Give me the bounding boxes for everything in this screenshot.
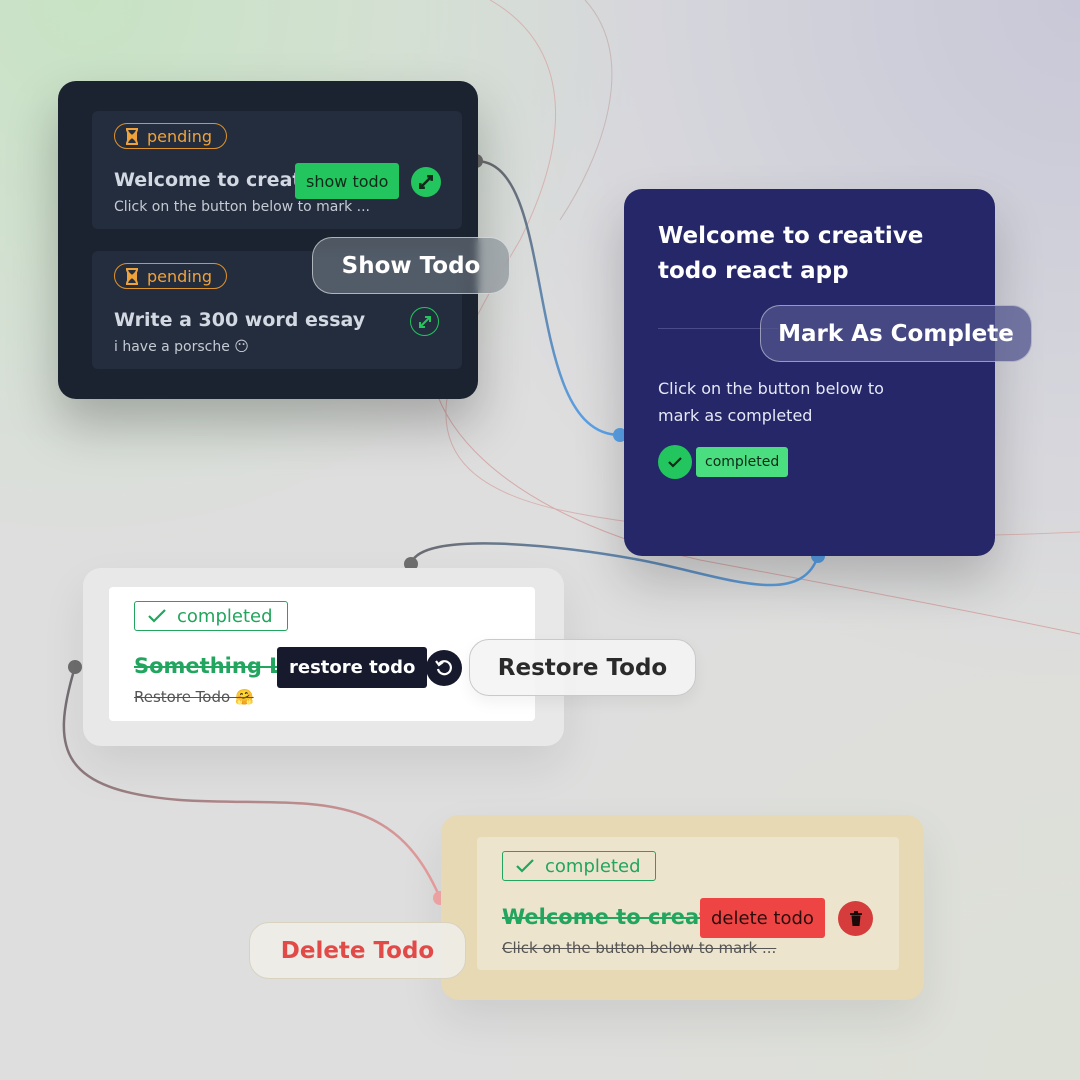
status-label: completed	[177, 605, 273, 627]
todo-description: Restore Todo 🤗	[134, 688, 254, 706]
check-icon	[516, 859, 534, 873]
todo-card[interactable]: pending Welcome to creativ Click on the …	[92, 111, 462, 229]
status-badge: pending	[114, 263, 228, 289]
completed-tag: completed	[696, 447, 789, 477]
show-todo-tooltip: show todo	[295, 163, 400, 199]
mark-complete-button[interactable]: Mark As Complete	[760, 305, 1032, 362]
expand-icon[interactable]	[410, 307, 439, 336]
status-label: pending	[147, 266, 213, 286]
todo-description: Click on the button below to mark ...	[114, 199, 370, 215]
restore-icon[interactable]	[426, 650, 462, 686]
trash-icon[interactable]	[838, 901, 873, 936]
todo-description: Click on the button below to mark ...	[502, 939, 777, 957]
delete-todo-button[interactable]: Delete Todo	[249, 922, 466, 979]
todo-title: Something L	[134, 654, 283, 678]
show-todo-button[interactable]: Show Todo	[312, 237, 510, 294]
restore-todo-tooltip: restore todo	[277, 647, 428, 688]
detail-title: Welcome to creative todo react app	[658, 223, 924, 284]
check-icon[interactable]	[658, 445, 692, 479]
hourglass-icon	[126, 127, 138, 145]
todo-description: i have a porsche 😶	[114, 339, 249, 355]
status-badge: completed	[502, 851, 656, 881]
detail-description: Click on the button below to mark as com…	[658, 379, 884, 425]
expand-icon[interactable]	[411, 167, 441, 197]
check-icon	[148, 609, 166, 623]
status-label: pending	[147, 126, 213, 146]
todo-title: Welcome to creativ	[114, 169, 321, 191]
todo-title: Write a 300 word essay	[114, 309, 366, 331]
status-badge: completed	[134, 601, 288, 631]
status-badge: pending	[114, 123, 228, 149]
status-label: completed	[545, 855, 641, 877]
hourglass-icon	[126, 267, 138, 285]
delete-todo-tooltip: delete todo	[700, 898, 825, 938]
todo-detail-panel: Welcome to creative todo react app Click…	[624, 189, 995, 556]
todo-title: Welcome to creati	[502, 905, 717, 929]
restore-todo-button[interactable]: Restore Todo	[469, 639, 696, 696]
todo-card[interactable]: completed Welcome to creati Click on the…	[477, 837, 899, 970]
